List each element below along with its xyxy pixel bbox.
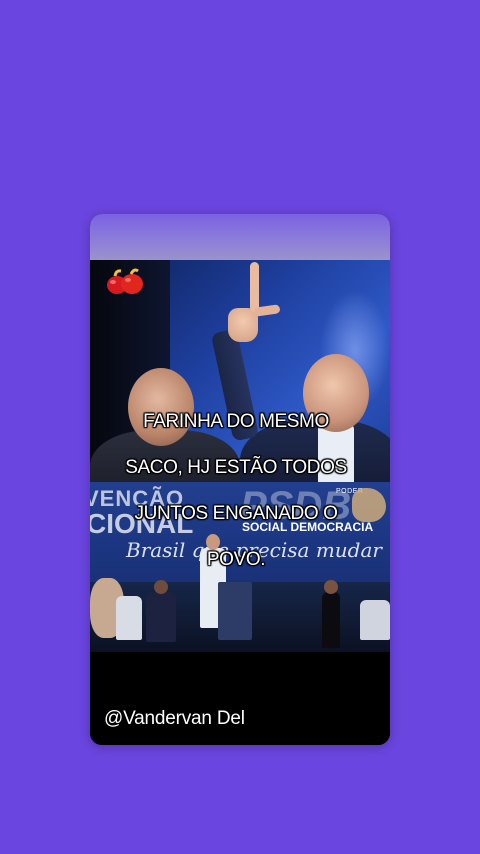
interpreter-figure xyxy=(322,592,340,648)
crowd-figure xyxy=(360,600,390,640)
story-bottom-band xyxy=(90,652,390,745)
raised-index-finger xyxy=(250,262,259,312)
caption-line-1: FARINHA DO MESMO xyxy=(143,411,329,432)
caption-line-2: SACO, HJ ESTÃO TODOS xyxy=(125,457,347,478)
story-caption: FARINHA DO MESMO SACO, HJ ESTÃO TODOS JU… xyxy=(90,387,390,594)
caption-line-4: POVO. xyxy=(206,549,266,570)
story-card[interactable]: VENÇÃO CIONAL PSDB SOCIAL DEMOCRACIA POD… xyxy=(90,214,390,745)
crowd-figure xyxy=(146,592,176,642)
caption-line-3: JUNTOS ENGANADO O xyxy=(134,503,338,524)
author-username[interactable]: @Vandervan Del xyxy=(104,708,245,730)
red-peppers-logo-icon xyxy=(107,268,143,294)
card-top-fade xyxy=(90,214,390,260)
crowd-figure xyxy=(116,596,142,640)
